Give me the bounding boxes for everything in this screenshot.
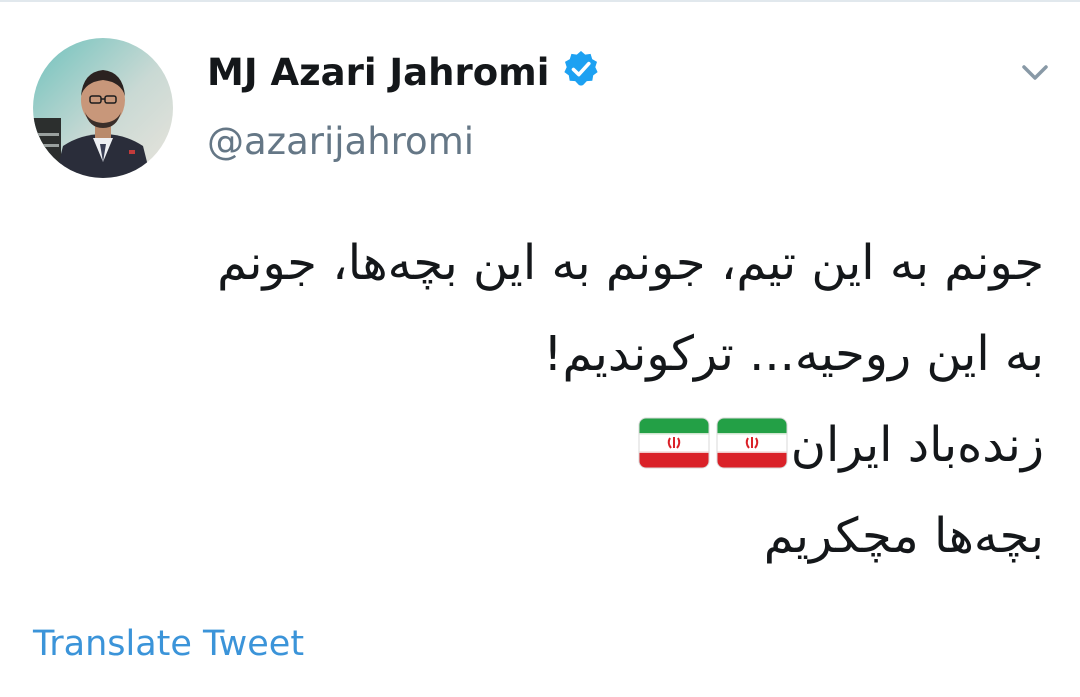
author-name[interactable]: MJ Azari Jahromi — [207, 49, 601, 97]
top-divider — [0, 0, 1080, 2]
author-display-name[interactable]: MJ Azari Jahromi — [207, 51, 549, 94]
tweet-line: به این روحیه... ترکوندیم! — [543, 326, 1044, 382]
tweet-line: جونم به این تیم، جونم به این بچه‌ها، جون… — [217, 235, 1044, 291]
avatar[interactable] — [33, 38, 173, 178]
tweet-line: بچه‌ها مچکریم — [763, 508, 1044, 564]
tweet-line: زنده‌باد ایران — [34, 400, 1044, 491]
tweet-line-text: زنده‌باد ایران — [790, 417, 1044, 473]
tweet-text: جونم به این تیم، جونم به این بچه‌ها، جون… — [34, 218, 1044, 582]
verified-badge-icon — [561, 49, 601, 89]
author-handle[interactable]: @azarijahromi — [207, 118, 474, 166]
profile-photo — [33, 38, 173, 178]
chevron-down-icon[interactable] — [1015, 58, 1055, 88]
iran-flag-icon — [716, 417, 788, 469]
iran-flag-icon — [638, 417, 710, 469]
translate-tweet-link[interactable]: Translate Tweet — [33, 620, 304, 668]
